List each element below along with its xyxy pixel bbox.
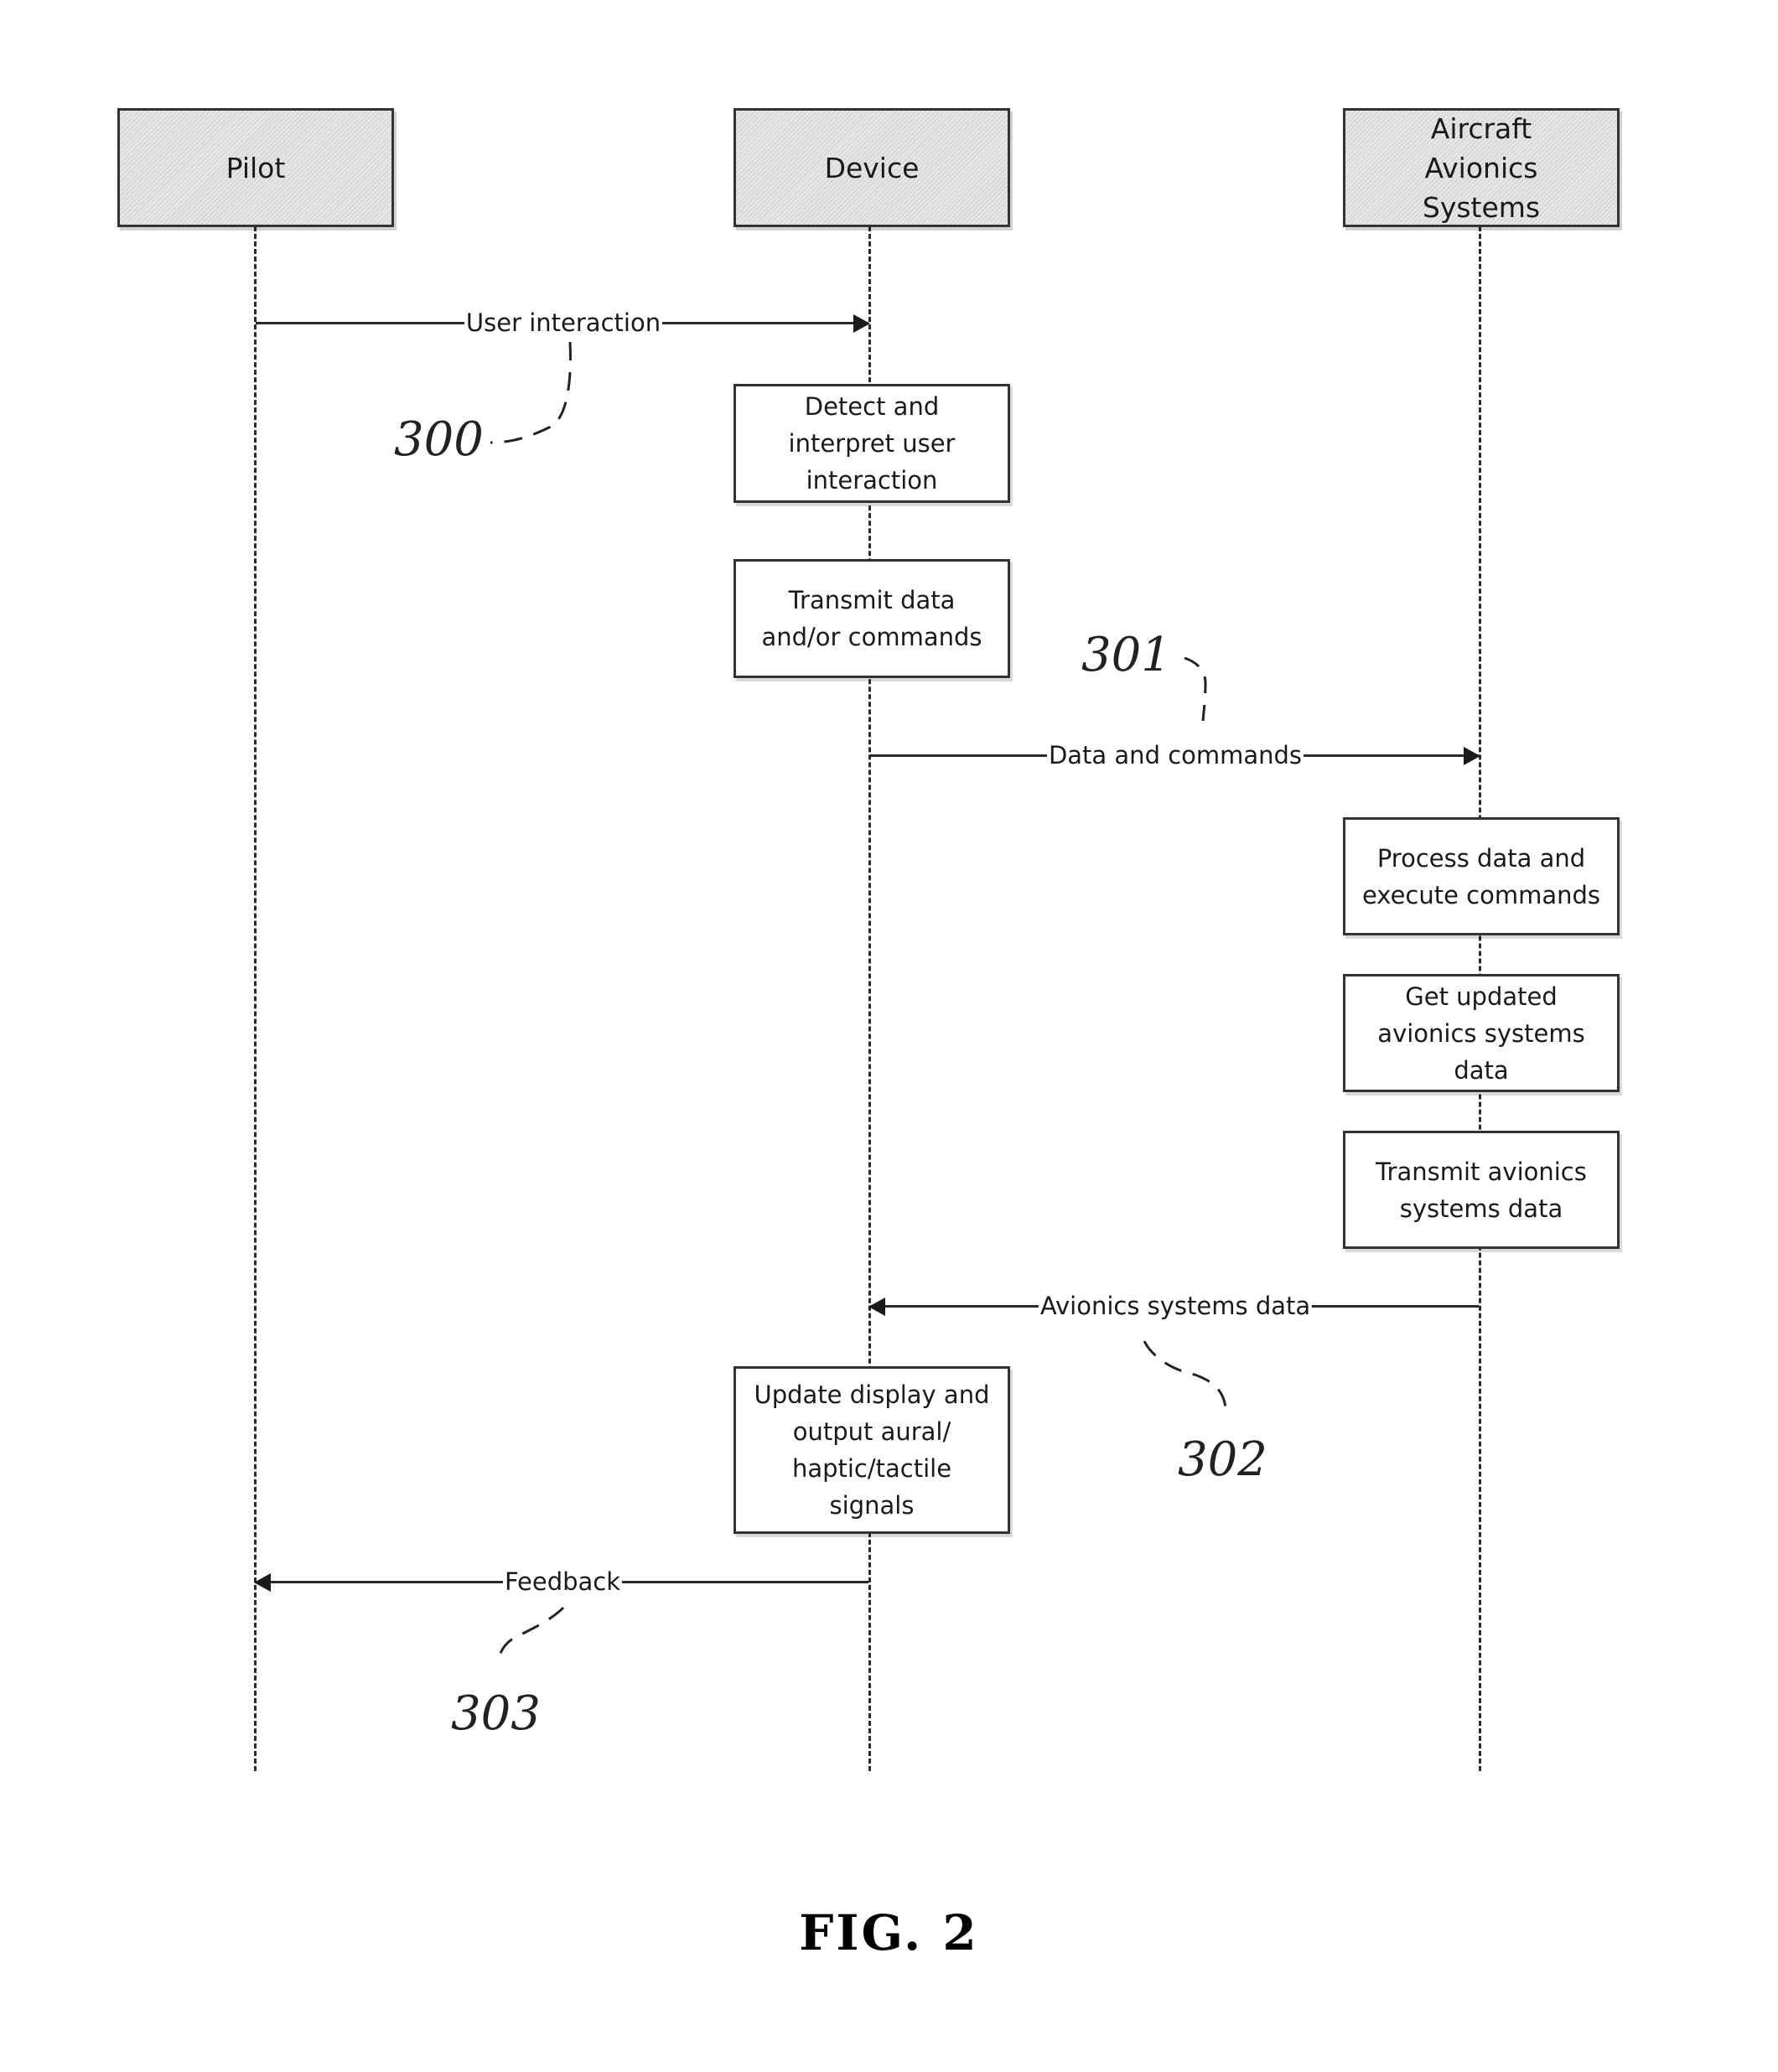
reference-numeral-302: 302: [1178, 1432, 1267, 1487]
leader-line-301: [1184, 656, 1207, 722]
reference-numeral-300: 300: [394, 412, 484, 467]
leader-line-300: [490, 341, 572, 444]
leader-line-302: [1143, 1340, 1227, 1409]
figure-caption: FIG. 2: [799, 1904, 979, 1961]
reference-leader-lines: [490, 341, 1227, 1665]
reference-numeral-301: 301: [1081, 628, 1171, 682]
leader-line-303: [495, 1606, 565, 1665]
reference-numeral-303: 303: [451, 1686, 541, 1741]
